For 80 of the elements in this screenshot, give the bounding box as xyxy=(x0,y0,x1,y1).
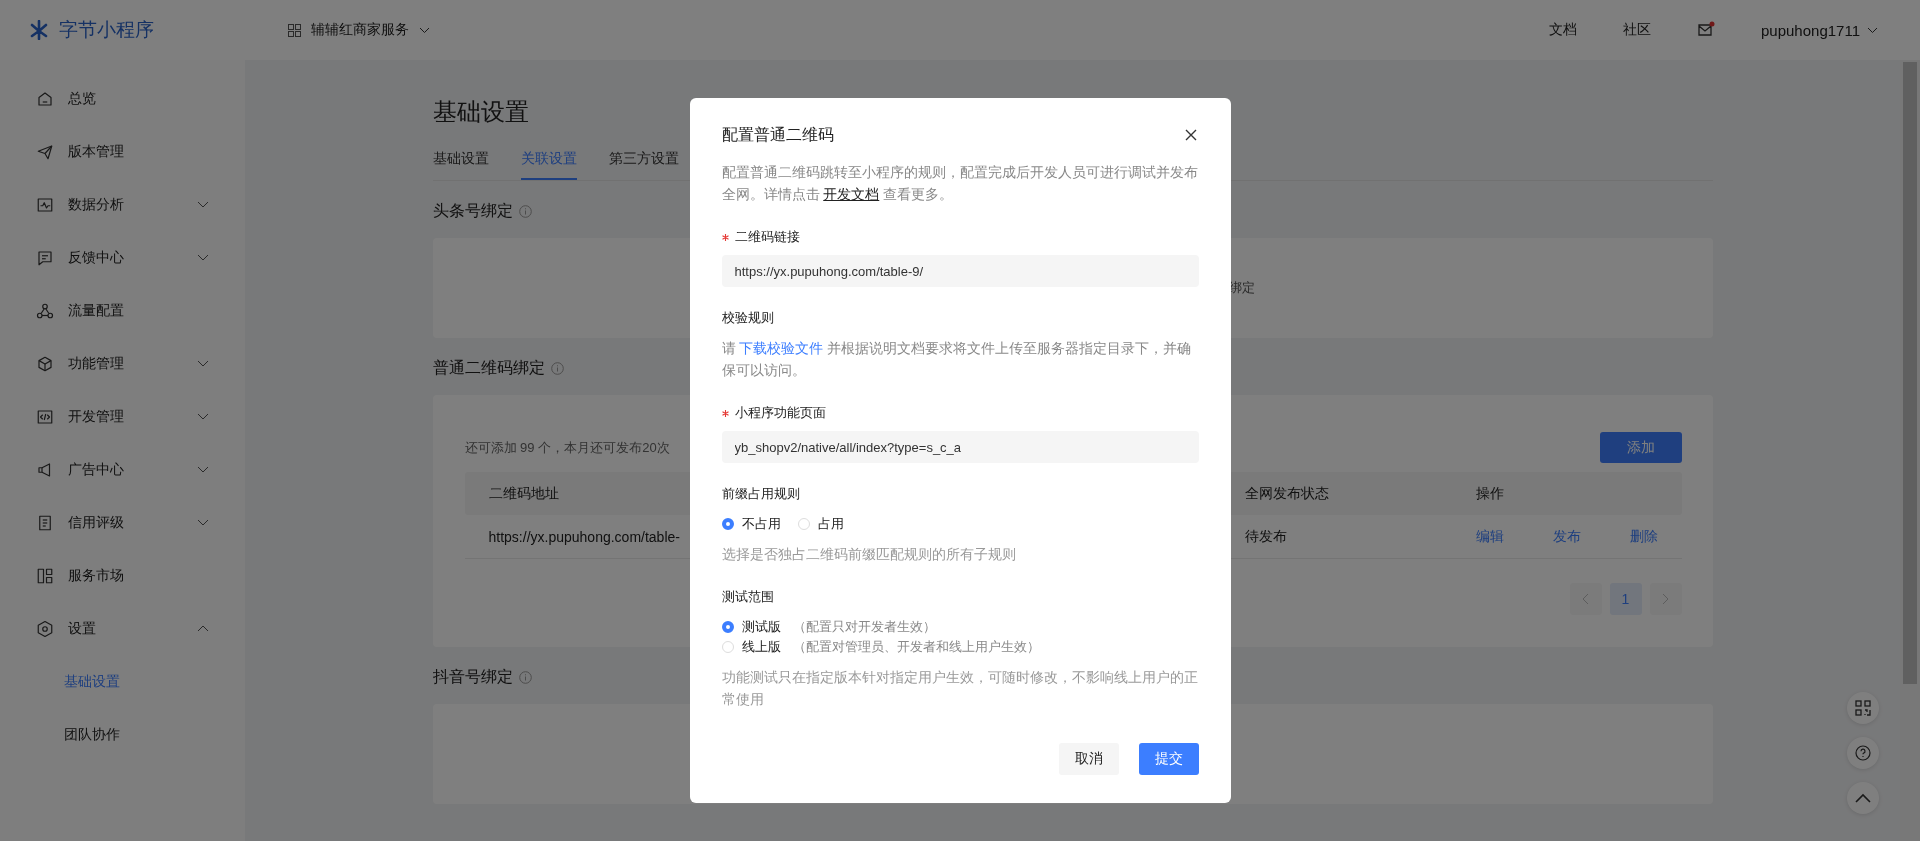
sidebar-item[interactable]: 服务市场 xyxy=(0,549,245,602)
scrollbar[interactable] xyxy=(1900,60,1920,841)
quota-text: 还可添加 99 个，本月还可发布20次 xyxy=(464,438,670,457)
sidebar-item[interactable]: 信用评级 xyxy=(0,496,245,549)
tab[interactable]: 关联设置 xyxy=(520,148,577,180)
sidebar-item[interactable]: 开发管理 xyxy=(0,390,245,443)
submit-button[interactable]: 提交 xyxy=(1138,743,1199,775)
field-label: 测试范围 xyxy=(721,588,774,606)
nav-link[interactable]: 社区 xyxy=(1623,21,1651,39)
user-menu[interactable]: pupuhong1711 xyxy=(1761,21,1878,39)
field-label: 小程序功能页面 xyxy=(734,404,826,422)
field-label: 前缀占用规则 xyxy=(721,485,800,503)
table-cell-text: 待发布 xyxy=(1243,527,1287,546)
section-heading: 抖音号绑定 xyxy=(432,666,513,687)
mail-icon[interactable] xyxy=(1697,21,1715,39)
radio-option[interactable]: 不占用 xyxy=(721,514,781,534)
help-text: 功能测试只在指定版本针对指定用户生效，可随时修改，不影响线上用户的正常使用 xyxy=(721,669,1199,709)
instruction-text: 请 下载校验文件 并根据说明文档要求将文件上传至服务器指定目录下，并确保可以访问。 xyxy=(721,340,1193,380)
help-text: 选择是否独占二维码前缀匹配规则的所有子规则 xyxy=(721,546,1017,564)
sidebar-subitem[interactable]: 基础设置 xyxy=(0,655,245,708)
section-heading: 头条号绑定 xyxy=(432,200,513,221)
column-header: 操作 xyxy=(1474,484,1504,503)
chevron-up-icon xyxy=(1855,793,1871,803)
sidebar-item[interactable]: 总览 xyxy=(0,72,245,125)
close-button[interactable] xyxy=(1183,128,1198,142)
info-icon xyxy=(518,204,532,218)
add-button[interactable]: 添加 xyxy=(1599,432,1682,463)
radio-option[interactable]: 测试版 （配置只对开发者生效） xyxy=(721,617,1199,637)
info-icon xyxy=(550,361,564,375)
paper-plane-icon xyxy=(36,142,54,161)
docs-link[interactable]: 开发文档 xyxy=(823,187,880,202)
sidebar-item[interactable]: 广告中心 xyxy=(0,443,245,496)
section-heading: 普通二维码绑定 xyxy=(432,357,545,378)
tab[interactable]: 基础设置 xyxy=(432,148,489,180)
dialog-description: 配置普通二维码跳转至小程序的规则，配置完成后开发人员可进行调试并发布全网。详情点击 开发文档 查看更多。 xyxy=(721,164,1199,204)
code-icon xyxy=(36,407,54,426)
sidebar-item[interactable]: 流量配置 xyxy=(0,284,245,337)
action-link[interactable]: 删除 xyxy=(1629,527,1658,546)
sidebar-subitem[interactable]: 团队协作 xyxy=(0,708,245,761)
field-label: 校验规则 xyxy=(721,309,774,327)
table-cell-text: https://yx.pupuhong.com/table- xyxy=(487,528,680,545)
sidebar-item[interactable]: 数据分析 xyxy=(0,178,245,231)
radio-option[interactable]: 线上版 （配置对管理员、开发者和线上用户生效） xyxy=(721,637,1199,657)
qr-code-icon xyxy=(1855,700,1871,716)
field-label: 二维码链接 xyxy=(734,228,800,246)
dialog-title: 配置普通二维码 xyxy=(721,124,834,145)
sidebar-item[interactable]: 反馈中心 xyxy=(0,231,245,284)
chevron-left-icon xyxy=(1582,593,1589,605)
sidebar-item[interactable]: 设置 xyxy=(0,602,245,655)
cube-icon xyxy=(36,354,54,373)
tab[interactable]: 第三方设置 xyxy=(608,148,679,180)
chevron-right-icon xyxy=(1662,593,1669,605)
nav-link[interactable]: 文档 xyxy=(1549,21,1577,39)
logo-text: 字节小程序 xyxy=(59,18,154,42)
cancel-button[interactable]: 取消 xyxy=(1058,743,1119,775)
page-title: 基础设置 xyxy=(432,97,530,127)
project-selector[interactable]: 辅辅红商家服务 xyxy=(288,21,430,39)
input-field[interactable]: yb_shopv2/native/all/index?type=s_c_a xyxy=(721,431,1199,463)
sidebar-item[interactable]: 版本管理 xyxy=(0,125,245,178)
column-header: 全网发布状态 xyxy=(1243,484,1329,503)
settings-icon xyxy=(36,619,54,638)
layout-icon xyxy=(36,566,54,585)
input-field[interactable]: https://yx.pupuhong.com/table-9/ xyxy=(721,255,1199,287)
logo-icon xyxy=(29,20,49,40)
nodes-icon xyxy=(36,301,54,320)
grid-icon xyxy=(288,23,301,37)
chevron-down-icon xyxy=(1867,26,1878,34)
chevron-down-icon xyxy=(419,26,430,34)
message-icon xyxy=(36,248,54,267)
document-icon xyxy=(36,513,54,532)
sidebar-item[interactable]: 功能管理 xyxy=(0,337,245,390)
action-link[interactable]: 发布 xyxy=(1552,527,1581,546)
help-icon xyxy=(1855,745,1871,761)
download-link[interactable]: 下载校验文件 xyxy=(739,341,824,356)
close-icon xyxy=(1184,129,1197,141)
radio-option[interactable]: 占用 xyxy=(797,514,844,534)
chart-icon xyxy=(36,195,54,214)
column-header: 二维码地址 xyxy=(487,484,559,503)
info-icon xyxy=(518,670,532,684)
action-link[interactable]: 编辑 xyxy=(1475,527,1504,546)
